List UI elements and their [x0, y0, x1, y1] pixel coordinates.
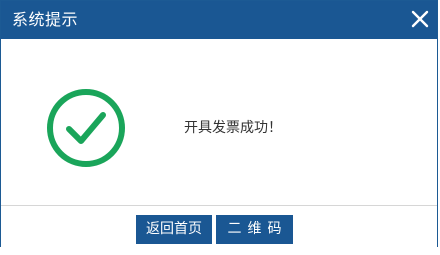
dialog-body: 开具发票成功！ [1, 39, 437, 205]
success-message: 开具发票成功！ [184, 120, 282, 136]
page: 系统提示 开具发票成功！ 返回首页 二维码 [0, 0, 440, 255]
system-prompt-dialog: 系统提示 开具发票成功！ 返回首页 二维码 [0, 0, 438, 247]
dialog-title: 系统提示 [12, 10, 79, 29]
dialog-footer: 返回首页 二维码 [1, 205, 437, 247]
qr-code-button[interactable]: 二维码 [216, 215, 293, 244]
dialog-titlebar: 系统提示 [1, 1, 437, 39]
return-home-button[interactable]: 返回首页 [136, 215, 212, 244]
close-icon[interactable] [409, 8, 431, 30]
check-circle-icon [47, 89, 125, 167]
